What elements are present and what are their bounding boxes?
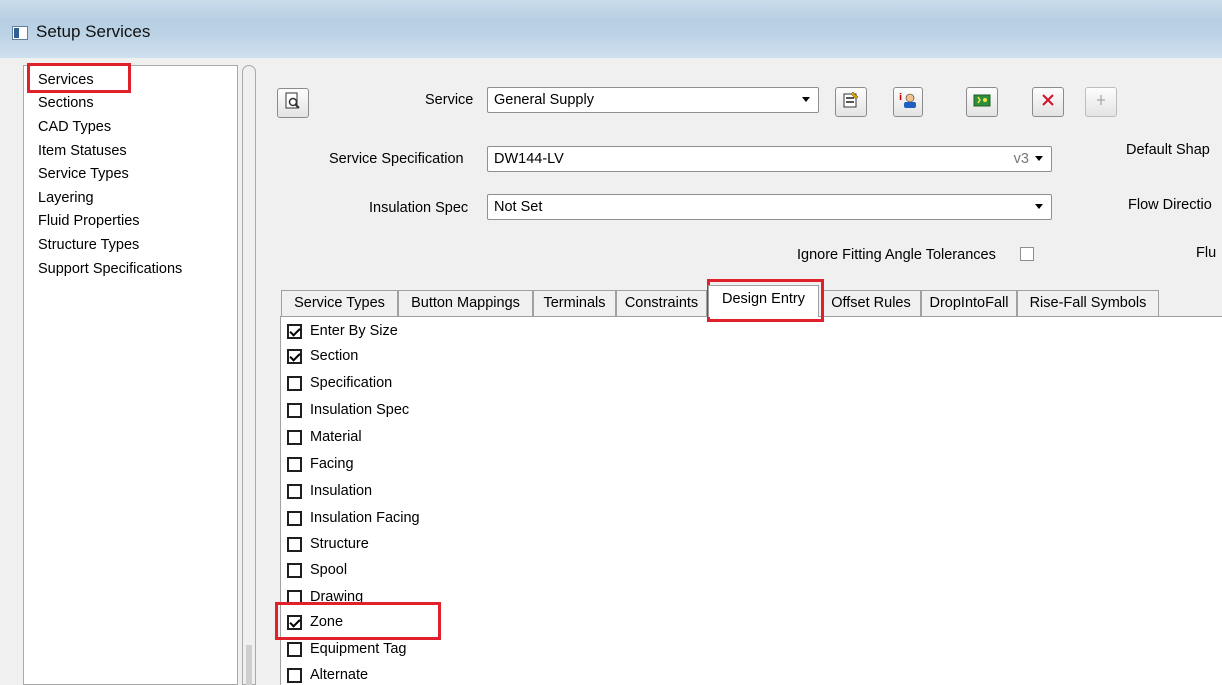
sidebar-nav: Services Sections CAD Types Item Statuse…	[23, 65, 238, 685]
chevron-down-icon	[802, 97, 810, 102]
design-entry-item[interactable]: Specification	[287, 373, 392, 393]
chevron-down-icon	[1035, 156, 1043, 161]
checkbox[interactable]	[287, 456, 302, 472]
service-dropdown[interactable]: General Supply	[487, 87, 819, 113]
checkbox[interactable]	[287, 323, 302, 339]
svg-text:i: i	[899, 93, 902, 103]
tab-button-mappings[interactable]: Button Mappings	[398, 290, 533, 316]
flow-direction-label: Flow Directio	[1128, 197, 1212, 213]
checkbox-label: Material	[310, 429, 362, 445]
user-info-button[interactable]: i	[893, 87, 923, 117]
checkbox[interactable]	[287, 375, 302, 391]
design-entry-item[interactable]: Enter By Size	[287, 321, 398, 341]
default-shape-label: Default Shap	[1126, 142, 1210, 158]
splitter-scroll-thumb[interactable]	[246, 645, 252, 685]
design-entry-item[interactable]: Zone	[287, 612, 343, 632]
add-button[interactable]	[966, 87, 998, 117]
checkbox-label: Spool	[310, 562, 348, 578]
service-spec-value: DW144-LV	[494, 151, 564, 167]
tab-design-entry[interactable]: Design Entry	[708, 285, 819, 317]
sidebar-item-services[interactable]: Services	[38, 71, 94, 89]
sidebar-item-structure-types[interactable]: Structure Types	[38, 236, 139, 254]
design-entry-item[interactable]: Insulation	[287, 481, 372, 501]
checkbox[interactable]	[287, 429, 302, 445]
design-entry-item[interactable]: Drawing	[287, 587, 363, 607]
design-entry-item[interactable]: Facing	[287, 454, 354, 474]
panel-splitter[interactable]	[242, 65, 256, 685]
properties-button[interactable]	[835, 87, 867, 117]
checkbox[interactable]	[287, 667, 302, 683]
checkbox[interactable]	[287, 510, 302, 526]
checkbox-label: Alternate	[310, 667, 369, 683]
sidebar-item-fluid-properties[interactable]: Fluid Properties	[38, 212, 140, 230]
preview-icon	[284, 92, 302, 115]
tab-terminals[interactable]: Terminals	[533, 290, 616, 316]
service-spec-dropdown[interactable]: DW144-LV v3	[487, 146, 1052, 172]
design-entry-item[interactable]: Equipment Tag	[287, 639, 406, 659]
delete-icon	[1040, 92, 1056, 113]
design-entry-item[interactable]: Alternate	[287, 665, 368, 685]
tab-rise-fall-symbols[interactable]: Rise-Fall Symbols	[1017, 290, 1159, 316]
design-entry-item[interactable]: Spool	[287, 560, 347, 580]
design-entry-item[interactable]: Insulation Spec	[287, 400, 409, 420]
sidebar-item-cad-types[interactable]: CAD Types	[38, 118, 111, 136]
checkbox-label: Section	[310, 348, 359, 364]
checkbox[interactable]	[287, 589, 302, 605]
checkbox[interactable]	[287, 641, 302, 657]
insulation-spec-label: Insulation Spec	[369, 200, 469, 216]
checkbox-label: Enter By Size	[310, 323, 398, 339]
checkbox[interactable]	[287, 483, 302, 499]
tab-drop-into-fall[interactable]: DropIntoFall	[921, 290, 1017, 316]
ignore-angle-label: Ignore Fitting Angle Tolerances	[797, 247, 996, 263]
checkbox-label: Drawing	[310, 589, 364, 605]
checkbox[interactable]	[287, 536, 302, 552]
pin-icon	[1094, 93, 1108, 112]
design-entry-item[interactable]: Structure	[287, 534, 369, 554]
ignore-angle-checkbox[interactable]	[1020, 247, 1034, 261]
window-title: Setup Services	[36, 22, 151, 41]
pin-button[interactable]	[1085, 87, 1117, 117]
user-info-icon: i	[898, 91, 918, 114]
design-entry-item[interactable]: Material	[287, 427, 362, 447]
window-icon	[12, 26, 28, 40]
checkbox-label: Equipment Tag	[310, 641, 407, 657]
tab-content-panel	[280, 316, 1222, 685]
chevron-down-icon	[1035, 204, 1043, 209]
checkbox[interactable]	[287, 562, 302, 578]
sidebar-item-layering[interactable]: Layering	[38, 189, 94, 207]
checkbox-label: Insulation Facing	[310, 510, 420, 526]
sidebar-item-support-specifications[interactable]: Support Specifications	[38, 260, 182, 278]
tab-constraints[interactable]: Constraints	[616, 290, 707, 316]
checkbox-label: Structure	[310, 536, 369, 552]
design-entry-item[interactable]: Insulation Facing	[287, 508, 420, 528]
tab-offset-rules[interactable]: Offset Rules	[821, 290, 921, 316]
insulation-spec-value: Not Set	[494, 199, 543, 215]
sidebar-item-item-statuses[interactable]: Item Statuses	[38, 142, 127, 160]
delete-button[interactable]	[1032, 87, 1064, 117]
checkbox[interactable]	[287, 348, 302, 364]
checkbox-label: Zone	[310, 614, 344, 630]
title-bar	[0, 0, 1222, 58]
insulation-spec-dropdown[interactable]: Not Set	[487, 194, 1052, 220]
preview-button[interactable]	[277, 88, 309, 118]
checkbox-label: Insulation	[310, 483, 373, 499]
service-label: Service	[425, 92, 474, 108]
service-value: General Supply	[494, 92, 594, 108]
properties-icon	[842, 91, 860, 114]
service-spec-label: Service Specification	[329, 151, 464, 167]
sidebar-item-service-types[interactable]: Service Types	[38, 165, 129, 183]
tab-service-types[interactable]: Service Types	[281, 290, 398, 316]
checkbox[interactable]	[287, 402, 302, 418]
checkbox-label: Specification	[310, 375, 393, 391]
add-icon	[973, 92, 991, 113]
fluid-label: Flu	[1196, 245, 1217, 261]
checkbox-label: Facing	[310, 456, 354, 472]
design-entry-item[interactable]: Section	[287, 346, 358, 366]
sidebar-item-sections[interactable]: Sections	[38, 94, 94, 112]
checkbox-label: Insulation Spec	[310, 402, 410, 418]
checkbox[interactable]	[287, 614, 302, 630]
spec-version: v3	[1013, 151, 1029, 167]
